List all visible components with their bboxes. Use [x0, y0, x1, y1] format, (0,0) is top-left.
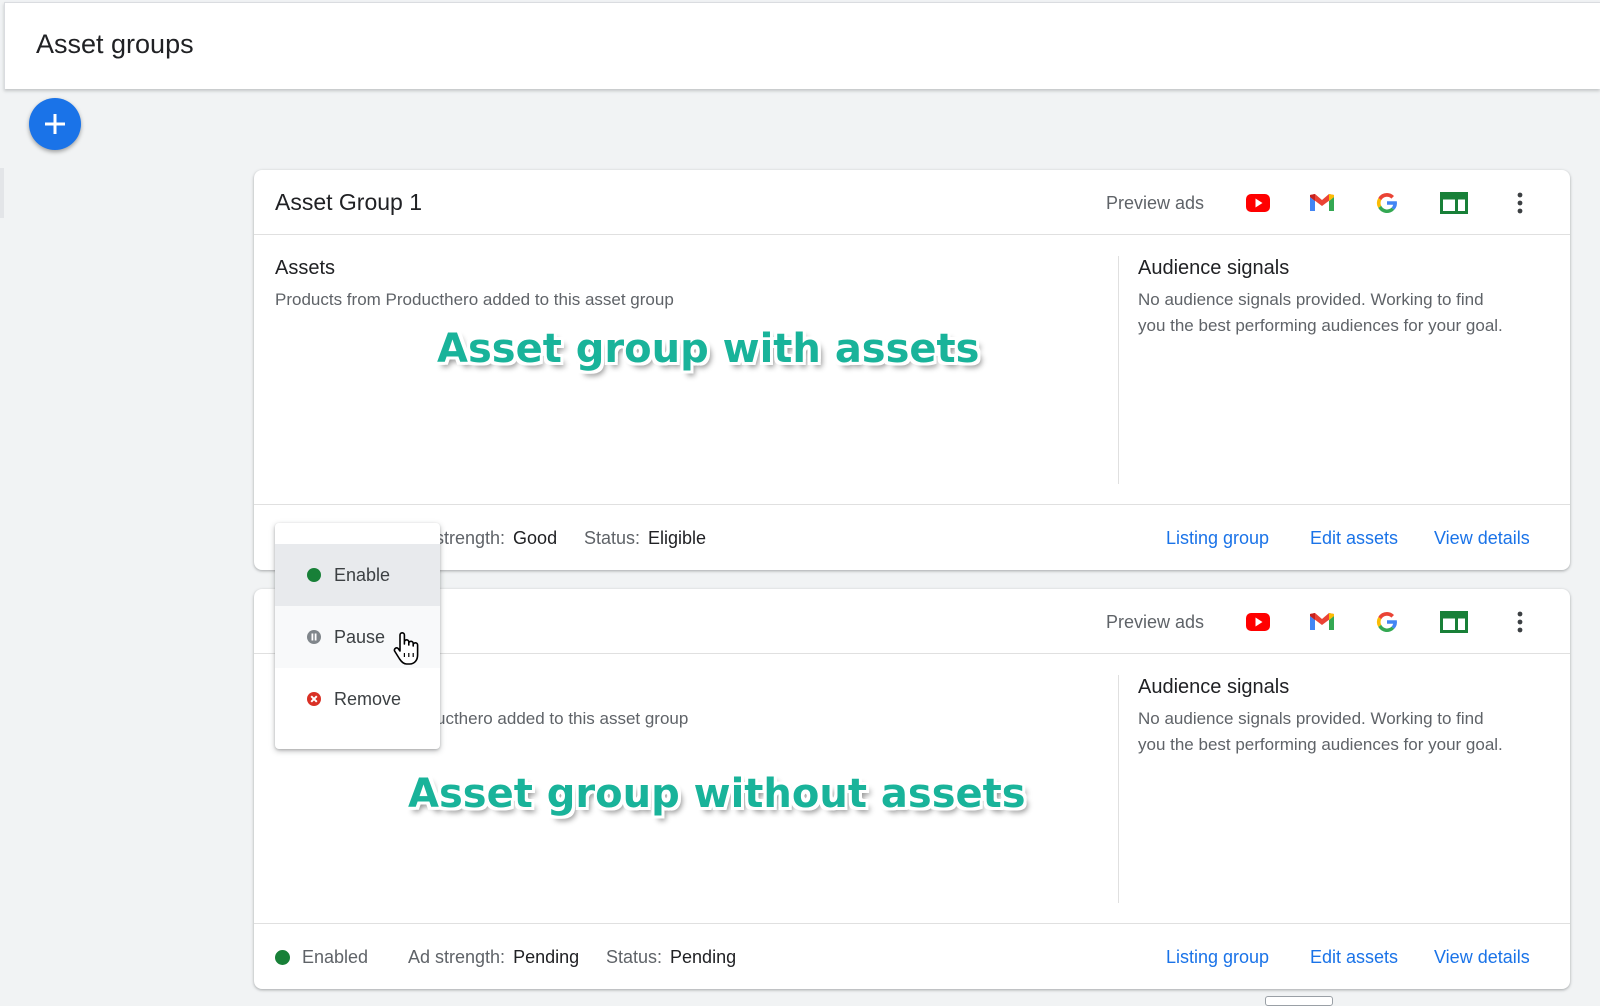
- page-title: Asset groups: [36, 29, 194, 59]
- asset-group-title[interactable]: Asset Group 1: [275, 189, 422, 216]
- green-dot-icon: [306, 567, 322, 583]
- page-header: Asset groups: [4, 2, 1600, 89]
- assets-description: ucthero added to this asset group: [436, 709, 689, 728]
- assets-description: Products from Producthero added to this …: [275, 290, 674, 309]
- audience-signals-text: No audience signals provided. Working to…: [1138, 709, 1503, 754]
- card-footer: Enabled Ad strength: Pending Status: Pendi…: [254, 923, 1570, 989]
- audience-signals-title: Audience signals: [1138, 676, 1290, 698]
- google-icon[interactable]: [1371, 606, 1403, 638]
- ad-strength-label: strength:: [435, 528, 506, 548]
- ad-strength: Ad strength: Pending: [408, 947, 579, 968]
- menu-item-label: Enable: [334, 564, 391, 585]
- listing-group-link[interactable]: Listing group: [1166, 947, 1269, 968]
- annotation-without-assets: Asset group without assets: [408, 771, 1026, 817]
- status: Status: Eligible: [584, 528, 706, 549]
- ad-strength-value: Good: [513, 528, 558, 548]
- status: Status: Pending: [606, 947, 736, 968]
- ad-strength-value: Pending: [513, 947, 580, 967]
- hand-cursor-icon: [393, 632, 419, 665]
- youtube-icon[interactable]: [1242, 606, 1274, 638]
- view-details-link[interactable]: View details: [1434, 528, 1530, 549]
- ad-strength-label: Ad strength:: [408, 947, 506, 967]
- status-value: Pending: [670, 947, 737, 967]
- status-selector[interactable]: Enabled: [275, 947, 368, 968]
- preview-ads-label: Preview ads: [1106, 193, 1205, 213]
- card-header: Preview ads: [254, 589, 1570, 654]
- annotation-with-assets: Asset group with assets: [437, 326, 980, 372]
- more-vert-icon[interactable]: [1504, 606, 1536, 638]
- status-value: Eligible: [648, 528, 707, 548]
- listing-group-link[interactable]: Listing group: [1166, 528, 1269, 549]
- audience-signals-text: No audience signals provided. Working to…: [1138, 290, 1503, 335]
- menu-item-remove[interactable]: Remove: [275, 668, 440, 730]
- left-edge-tab: [0, 168, 4, 218]
- edit-assets-link[interactable]: Edit assets: [1310, 947, 1398, 968]
- assets-title: Assets: [275, 257, 336, 279]
- state-value: Enabled: [302, 947, 369, 967]
- google-icon[interactable]: [1371, 187, 1403, 219]
- status-label: Status:: [584, 528, 641, 548]
- view-details-link[interactable]: View details: [1434, 947, 1530, 968]
- menu-item-label: Pause: [334, 626, 386, 647]
- audience-signals-title: Audience signals: [1138, 257, 1290, 279]
- plus-icon: [45, 114, 65, 134]
- section-divider: [1118, 256, 1119, 484]
- status-label: Status:: [606, 947, 663, 967]
- display-icon[interactable]: [1438, 187, 1470, 219]
- more-vert-icon[interactable]: [1504, 187, 1536, 219]
- preview-ads-label: Preview ads: [1106, 612, 1205, 632]
- section-divider: [1118, 675, 1119, 903]
- gmail-icon[interactable]: [1306, 606, 1338, 638]
- enabled-dot-icon: [275, 950, 290, 965]
- ad-strength: strength: Good: [435, 528, 557, 549]
- pause-icon: [306, 629, 322, 645]
- menu-item-label: Remove: [334, 688, 402, 709]
- card-header: Asset Group 1 Preview ads: [254, 170, 1570, 235]
- menu-item-enable[interactable]: Enable: [275, 544, 440, 606]
- scroll-indicator[interactable]: [1265, 996, 1333, 1006]
- card-footer: strength: Good Status: Eligible Listing gr…: [254, 504, 1570, 570]
- edit-assets-link[interactable]: Edit assets: [1310, 528, 1398, 549]
- add-asset-group-button[interactable]: [29, 98, 81, 150]
- youtube-icon[interactable]: [1242, 187, 1274, 219]
- gmail-icon[interactable]: [1306, 187, 1338, 219]
- remove-icon: [306, 691, 322, 707]
- display-icon[interactable]: [1438, 606, 1470, 638]
